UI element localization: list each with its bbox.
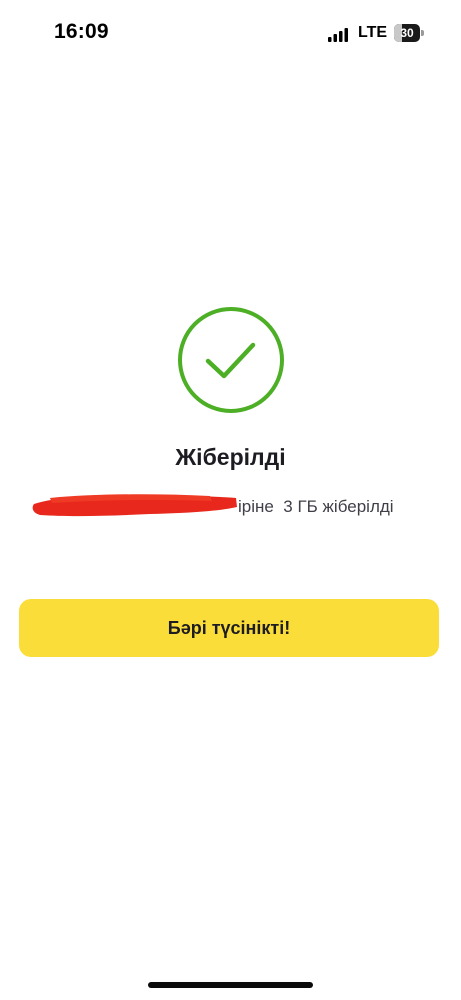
confirm-button[interactable]: Бәрі түсінікті! xyxy=(19,599,439,657)
page-title: Жіберілді xyxy=(175,444,286,470)
signal-bars-icon xyxy=(328,28,348,42)
battery-icon: 30 xyxy=(394,24,424,42)
battery-level: 30 xyxy=(400,26,414,40)
message-text: іріне 3 ГБ жіберілді xyxy=(238,497,394,516)
network-type: LTE xyxy=(358,24,388,41)
check-circle-icon xyxy=(178,307,284,413)
transfer-message: іріне 3 ГБ жіберілді xyxy=(30,494,430,522)
status-time: 16:09 xyxy=(54,20,109,43)
redaction-mark xyxy=(32,494,238,517)
home-indicator[interactable] xyxy=(148,982,313,988)
status-bar: 16:09 LTE 30 xyxy=(0,0,461,70)
